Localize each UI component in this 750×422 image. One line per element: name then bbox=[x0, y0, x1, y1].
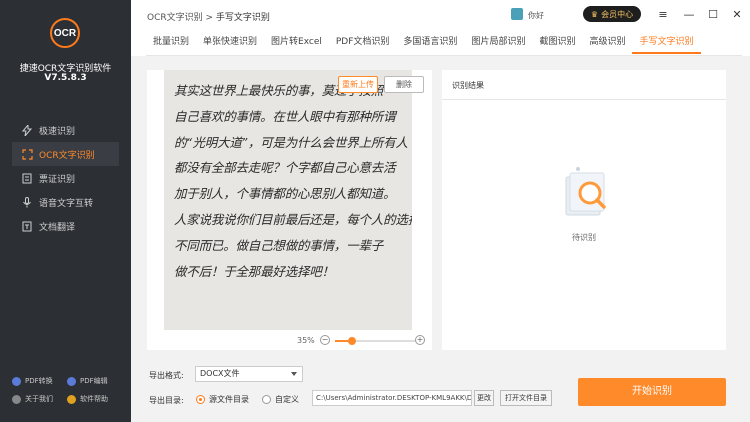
start-recognition-button[interactable]: 开始识别 bbox=[578, 378, 726, 406]
chevron-down-icon bbox=[291, 372, 297, 376]
delete-button[interactable]: 删除 bbox=[384, 76, 424, 93]
sidebar-item-label: 文档翻译 bbox=[39, 222, 76, 233]
radio-source-dir-indicator bbox=[196, 395, 205, 404]
pdf-convert-link[interactable]: PDF转换 bbox=[12, 376, 67, 386]
sidebar-item-voice[interactable]: 语音文字互转 bbox=[12, 190, 119, 214]
handwriting-image: 其实这世界上最快乐的事，莫过于按照 自己喜欢的事情。在世人眼中有那种所谓 的“光… bbox=[164, 70, 412, 330]
sidebar-item-ocr[interactable]: OCR文字识别 bbox=[12, 142, 119, 166]
sidebar-footer: PDF转换 PDF编辑 关于我们 软件帮助 bbox=[12, 376, 122, 404]
app-logo: OCR bbox=[50, 18, 80, 48]
zoom-slider[interactable] bbox=[335, 337, 415, 345]
avatar[interactable] bbox=[511, 8, 523, 20]
app-logo-text: OCR bbox=[53, 27, 77, 39]
sidebar-item-label: 票证识别 bbox=[39, 174, 76, 185]
sidebar-nav: 极速识别 OCR文字识别 票证识别 语音文字互转 文档翻译 bbox=[12, 118, 119, 238]
zoom-percent: 35% bbox=[297, 336, 315, 345]
result-divider bbox=[442, 99, 726, 100]
export-format-label: 导出格式: bbox=[149, 371, 184, 380]
sidebar-item-label: 语音文字互转 bbox=[39, 198, 94, 209]
handwriting-line: 人家说我说你们目前最后还是，每个人的选择 bbox=[174, 211, 412, 227]
handwriting-line: 加于别人，个事情都的心思别人都知道。 bbox=[174, 186, 396, 202]
result-panel: 识别结果 待识别 bbox=[442, 70, 726, 350]
zoom-slider-handle[interactable] bbox=[348, 337, 356, 345]
breadcrumb-root[interactable]: OCR文字识别 bbox=[147, 13, 203, 23]
translate-icon bbox=[21, 220, 33, 232]
sidebar-item-translate[interactable]: 文档翻译 bbox=[12, 214, 119, 238]
about-icon bbox=[12, 394, 21, 404]
tab-batch[interactable]: 批量识别 bbox=[146, 32, 196, 54]
tab-partial[interactable]: 图片局部识别 bbox=[464, 32, 532, 54]
reupload-button[interactable]: 重新上传 bbox=[338, 76, 378, 93]
zoom-in-button[interactable]: + bbox=[415, 335, 425, 345]
menu-button[interactable]: ≡ bbox=[655, 6, 671, 22]
radio-source-dir[interactable]: 源文件目录 bbox=[196, 394, 249, 405]
breadcrumb-separator: > bbox=[205, 13, 214, 23]
zoom-out-button[interactable]: − bbox=[320, 335, 330, 345]
microphone-icon bbox=[21, 196, 33, 208]
tab-handwriting[interactable]: 手写文字识别 bbox=[632, 32, 701, 54]
help-link[interactable]: 软件帮助 bbox=[67, 394, 122, 404]
tab-image-to-excel[interactable]: 图片转Excel bbox=[264, 32, 329, 54]
export-format-value: DOCX文件 bbox=[200, 369, 240, 378]
vip-center-label: 会员中心 bbox=[601, 9, 634, 19]
tab-single[interactable]: 单张快速识别 bbox=[196, 32, 264, 54]
radio-source-dir-label: 源文件目录 bbox=[209, 395, 249, 404]
username[interactable]: 你好 bbox=[528, 10, 544, 21]
help-icon bbox=[67, 394, 76, 404]
handwriting-line: 做不后！于全那最好选择吧！ bbox=[174, 263, 334, 279]
top-bar: OCR文字识别 > 手写文字识别 你好 ♛ 会员中心 ≡ — ☐ ✕ bbox=[131, 0, 750, 30]
sidebar-item-label: OCR文字识别 bbox=[39, 150, 95, 161]
help-label: 软件帮助 bbox=[80, 395, 108, 403]
ticket-icon bbox=[21, 172, 33, 184]
pdf-convert-icon bbox=[12, 376, 21, 386]
handwriting-line: 不同而已。做自己想做的事情，一辈子 bbox=[174, 237, 384, 253]
pdf-edit-label: PDF编辑 bbox=[80, 377, 108, 385]
tab-screenshot[interactable]: 截图识别 bbox=[532, 32, 582, 54]
ocr-icon bbox=[21, 148, 33, 160]
pdf-edit-link[interactable]: PDF编辑 bbox=[67, 376, 122, 386]
sidebar: OCR 捷速OCR文字识别软件 V7.5.8.3 极速识别 OCR文字识别 票证… bbox=[0, 0, 131, 422]
radio-custom-dir-indicator bbox=[262, 395, 271, 404]
app-version: V7.5.8.3 bbox=[44, 73, 87, 83]
pdf-edit-icon bbox=[67, 376, 76, 386]
result-empty-text: 待识别 bbox=[572, 233, 596, 242]
tab-multilang[interactable]: 多国语言识别 bbox=[396, 32, 464, 54]
crown-icon: ♛ bbox=[590, 9, 599, 19]
export-format-select[interactable]: DOCX文件 bbox=[195, 366, 303, 382]
sidebar-item-label: 极速识别 bbox=[39, 126, 76, 137]
lightning-icon bbox=[21, 124, 33, 136]
radio-custom-dir[interactable]: 自定义 bbox=[262, 394, 299, 405]
handwriting-text: 其实这世界上最快乐的事，莫过于按照 自己喜欢的事情。在世人眼中有那种所谓 的“光… bbox=[174, 78, 412, 284]
empty-result-icon bbox=[560, 163, 612, 223]
export-path-field[interactable]: C:\Users\Administrator.DESKTOP-KML9AKK\D bbox=[312, 390, 472, 406]
export-dir-label: 导出目录: bbox=[149, 396, 184, 405]
close-button[interactable]: ✕ bbox=[729, 6, 745, 22]
tab-pdf[interactable]: PDF文档识别 bbox=[329, 32, 397, 54]
about-label: 关于我们 bbox=[25, 395, 53, 403]
radio-custom-dir-label: 自定义 bbox=[275, 395, 299, 404]
minimize-button[interactable]: — bbox=[681, 6, 697, 22]
breadcrumb-current: 手写文字识别 bbox=[215, 13, 270, 23]
about-link[interactable]: 关于我们 bbox=[12, 394, 67, 404]
handwriting-line: 的“光明大道”，可是为什么会世界上所有人 bbox=[174, 134, 408, 150]
vip-center-button[interactable]: ♛ 会员中心 bbox=[583, 6, 641, 22]
tab-advanced[interactable]: 高级识别 bbox=[582, 32, 632, 54]
change-dir-button[interactable]: 更改 bbox=[474, 390, 494, 406]
result-title: 识别结果 bbox=[452, 81, 484, 90]
sidebar-item-fast-recognition[interactable]: 极速识别 bbox=[12, 118, 119, 142]
breadcrumb: OCR文字识别 > 手写文字识别 bbox=[147, 10, 270, 23]
zoom-bar: 35% − + bbox=[147, 332, 432, 350]
sidebar-item-ticket[interactable]: 票证识别 bbox=[12, 166, 119, 190]
handwriting-line: 都没有全部去走呢？个字都自己心意去活 bbox=[174, 160, 396, 176]
handwriting-line: 自己喜欢的事情。在世人眼中有那种所谓 bbox=[174, 108, 396, 124]
open-dir-button[interactable]: 打开文件目录 bbox=[500, 390, 552, 406]
maximize-button[interactable]: ☐ bbox=[705, 6, 721, 22]
pdf-convert-label: PDF转换 bbox=[25, 377, 53, 385]
tab-bar: 批量识别 单张快速识别 图片转Excel PDF文档识别 多国语言识别 图片局部… bbox=[146, 32, 701, 54]
